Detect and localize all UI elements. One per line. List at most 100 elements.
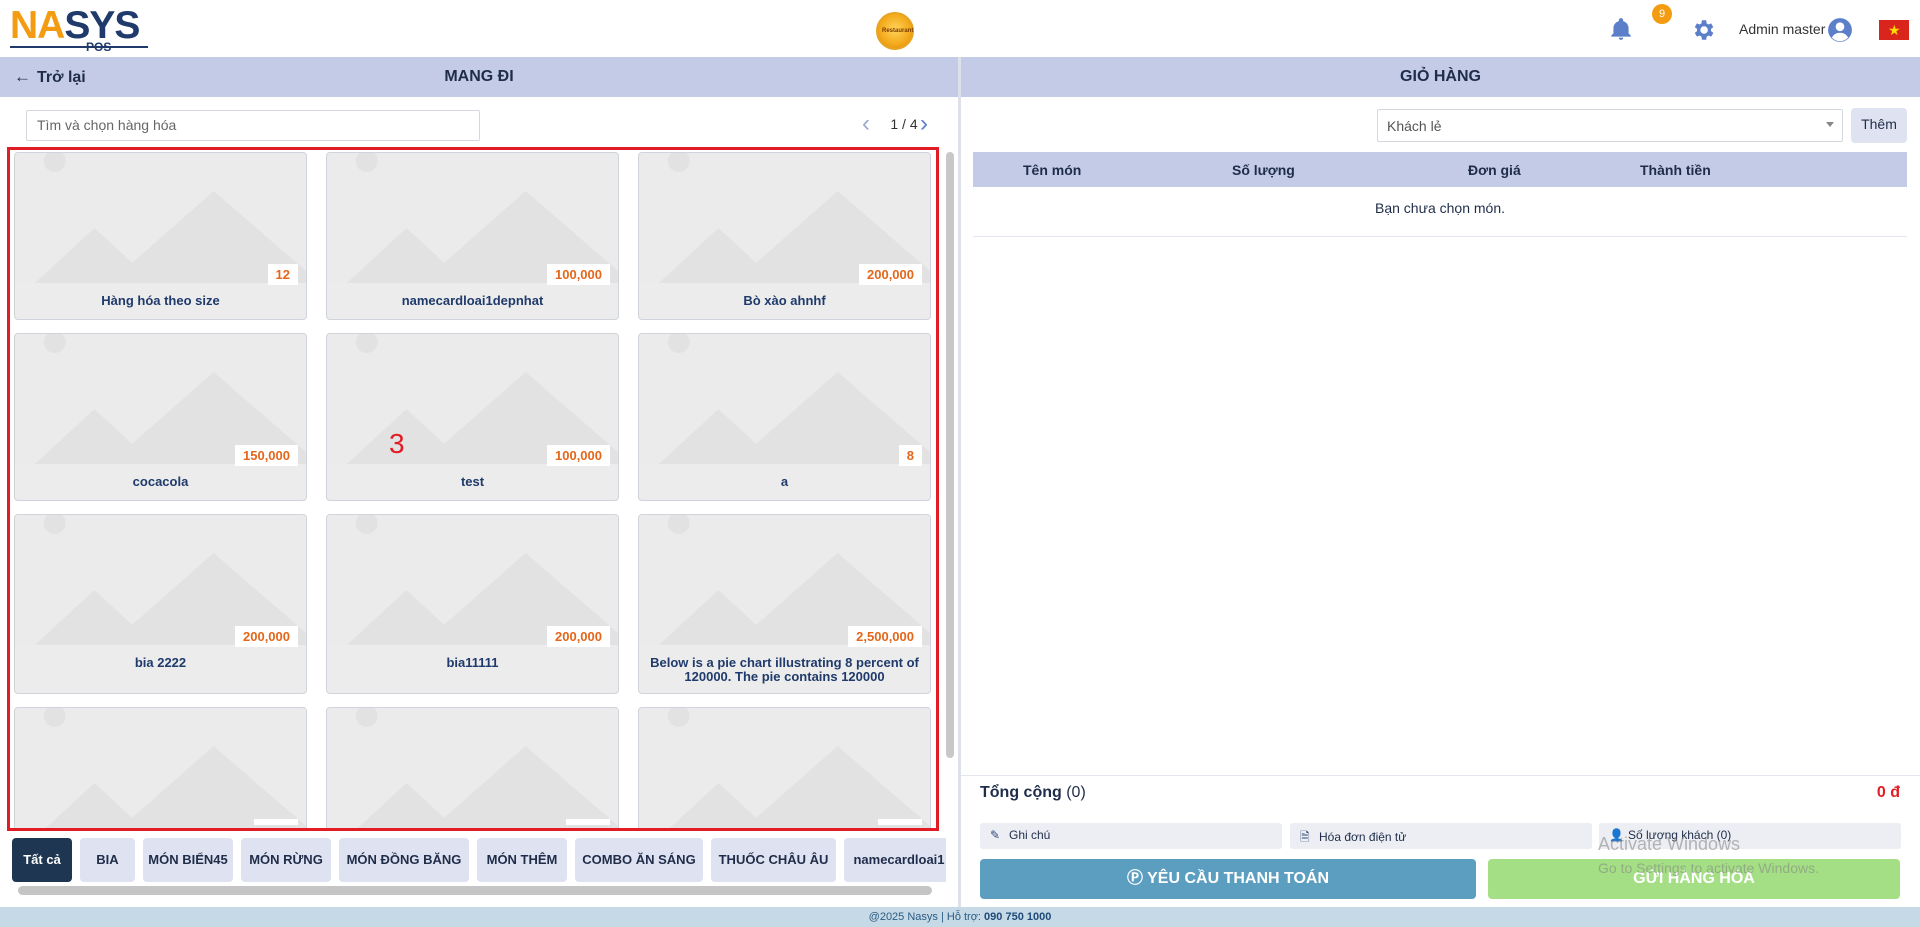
product-name: bia11111: [446, 655, 499, 670]
customer-select[interactable]: Khách lẻ: [1377, 109, 1843, 142]
image-placeholder-icon: [639, 708, 930, 828]
category-tab[interactable]: namecardloai1: [844, 838, 946, 882]
product-card[interactable]: 150,000 cocacola: [14, 333, 307, 501]
document-icon: 🗎: [1300, 830, 1310, 844]
total-text: Tổng cộng: [980, 784, 1062, 801]
product-name: cocacola: [132, 474, 189, 489]
page-indicator: 1 / 4: [890, 116, 918, 132]
cart-empty-message: Bạn chưa chọn món.: [1374, 200, 1505, 216]
gear-icon[interactable]: [1690, 17, 1716, 43]
category-tab[interactable]: Tất cả: [12, 838, 72, 882]
flag-star: ★: [1888, 22, 1901, 38]
product-price: 200,000: [235, 626, 298, 647]
category-tab[interactable]: BIA: [80, 838, 135, 882]
logo-text-na: NA: [10, 4, 65, 47]
product-card[interactable]: 2,500,000 Below is a pie chart illustrati…: [638, 514, 931, 694]
payment-icon: Ⓟ: [1126, 870, 1143, 887]
category-tab[interactable]: MÓN RỪNG: [241, 838, 331, 882]
product-price: [254, 819, 298, 825]
total-divider: [961, 775, 1920, 776]
product-card[interactable]: 100,000 namecardloai1depnhat: [326, 152, 619, 320]
pencil-icon: ✎: [990, 828, 1001, 842]
footer-text: @2025 Nasys | Hỗ trợ:: [868, 911, 985, 923]
category-tab[interactable]: MÓN THÊM: [477, 838, 567, 882]
chevron-left-icon[interactable]: ‹: [862, 111, 882, 137]
logo-underline: [10, 46, 148, 48]
product-price: [566, 819, 610, 825]
product-name: a: [780, 474, 789, 489]
product-card[interactable]: 100,000 test: [326, 333, 619, 501]
product-name: bia 2222: [134, 655, 187, 670]
product-name: Hàng hóa theo size: [101, 293, 220, 308]
image-placeholder-icon: [327, 708, 618, 828]
product-search-input[interactable]: Tìm và chọn hàng hóa: [26, 110, 480, 141]
product-card[interactable]: 200,000 bia 2222: [14, 514, 307, 694]
footer: @2025 Nasys | Hỗ trợ: 090 750 1000: [0, 907, 1920, 927]
support-phone[interactable]: 090 750 1000: [984, 911, 1051, 923]
product-price: 150,000: [235, 445, 298, 466]
logo-sub: POS: [86, 40, 112, 54]
activate-windows-subtitle: Go to Settings to activate Windows.: [1598, 860, 1819, 876]
product-card[interactable]: 200,000 Bò xào ahnhf: [638, 152, 931, 320]
einvoice-label: Hóa đơn điện tử: [1319, 830, 1407, 844]
category-tab[interactable]: THUỐC CHÂU ÂU: [711, 838, 836, 882]
col-unit-price: Đơn giá: [1468, 162, 1521, 178]
activate-windows-title: Activate Windows: [1598, 834, 1741, 854]
product-card[interactable]: 200,000 bia11111: [326, 514, 619, 694]
col-amount: Thành tiền: [1640, 162, 1711, 178]
cart-row-divider: [973, 236, 1907, 237]
product-card[interactable]: 8a: [638, 333, 931, 501]
cart-table-header: Tên món Số lượng Đơn giá Thành tiền: [973, 152, 1907, 187]
product-card[interactable]: [14, 707, 307, 828]
product-name: Below is a pie chart illustrating 8 perc…: [650, 655, 919, 684]
request-payment-button[interactable]: Ⓟ YÊU CẦU THANH TOÁN: [980, 859, 1476, 899]
image-placeholder-icon: [639, 334, 930, 464]
category-tab[interactable]: COMBO ĂN SÁNG: [575, 838, 703, 882]
chevron-down-icon: [1826, 122, 1834, 127]
username[interactable]: Admin master: [1739, 21, 1825, 37]
left-panel-header: ← Trở lại MANG ĐI: [0, 57, 958, 97]
add-customer-button[interactable]: Thêm: [1851, 108, 1907, 143]
top-bar: NASYS POS Restaurant 9 Admin master ★: [0, 0, 1920, 57]
notification-badge: 9: [1652, 4, 1672, 24]
vietnam-flag-icon[interactable]: ★: [1879, 20, 1909, 40]
chevron-right-icon[interactable]: ›: [920, 111, 940, 137]
cart-title: GIỎ HÀNG: [1400, 68, 1481, 85]
pay-label: YÊU CẦU THANH TOÁN: [1147, 870, 1330, 887]
product-grid: 12 Hàng hóa theo size 100,000 namecardloai1…: [7, 147, 939, 831]
category-tabs: Tất cả BIA MÓN BIỂN45 MÓN RỪNG MÓN ĐỒNG BĂNG…: [12, 838, 946, 883]
customer-value: Khách lẻ: [1387, 118, 1442, 134]
product-card[interactable]: 12 Hàng hóa theo size: [14, 152, 307, 320]
col-quantity: Số lượng: [1232, 162, 1295, 178]
category-scrollbar[interactable]: [18, 886, 932, 895]
annotation-number: 3: [389, 428, 405, 459]
product-card[interactable]: [326, 707, 619, 828]
col-item-name: Tên món: [1023, 162, 1082, 178]
note-label: Ghi chú: [1009, 828, 1051, 842]
restaurant-logo-text: Restaurant: [882, 28, 914, 34]
product-name: namecardloai1depnhat: [401, 293, 544, 308]
cart-header: GIỎ HÀNG: [961, 57, 1920, 97]
user-avatar-icon[interactable]: [1827, 17, 1853, 43]
image-placeholder-icon: [15, 708, 306, 828]
product-price: 8: [898, 445, 922, 466]
product-card[interactable]: [638, 707, 931, 828]
bell-icon[interactable]: [1608, 16, 1634, 42]
image-placeholder-icon: [15, 153, 306, 283]
total-label: Tổng cộng (0): [980, 784, 1086, 802]
total-count: (0): [1066, 784, 1086, 801]
restaurant-logo: Restaurant: [876, 12, 914, 50]
category-tab[interactable]: MÓN ĐỒNG BĂNG: [339, 838, 469, 882]
category-tab[interactable]: MÓN BIỂN45: [143, 838, 233, 882]
order-type-title: MANG ĐI: [444, 68, 514, 85]
total-value: 0 đ: [1876, 784, 1900, 801]
product-price: 100,000: [547, 445, 610, 466]
product-name: test: [460, 474, 485, 489]
product-grid-scrollbar[interactable]: [946, 152, 954, 758]
nasys-logo[interactable]: NASYS POS: [10, 4, 150, 54]
einvoice-button[interactable]: 🗎 Hóa đơn điện tử: [1290, 823, 1592, 849]
product-price: 12: [267, 264, 298, 285]
product-price: [878, 819, 922, 825]
note-button[interactable]: ✎ Ghi chú: [980, 823, 1282, 849]
product-price: 200,000: [859, 264, 922, 285]
